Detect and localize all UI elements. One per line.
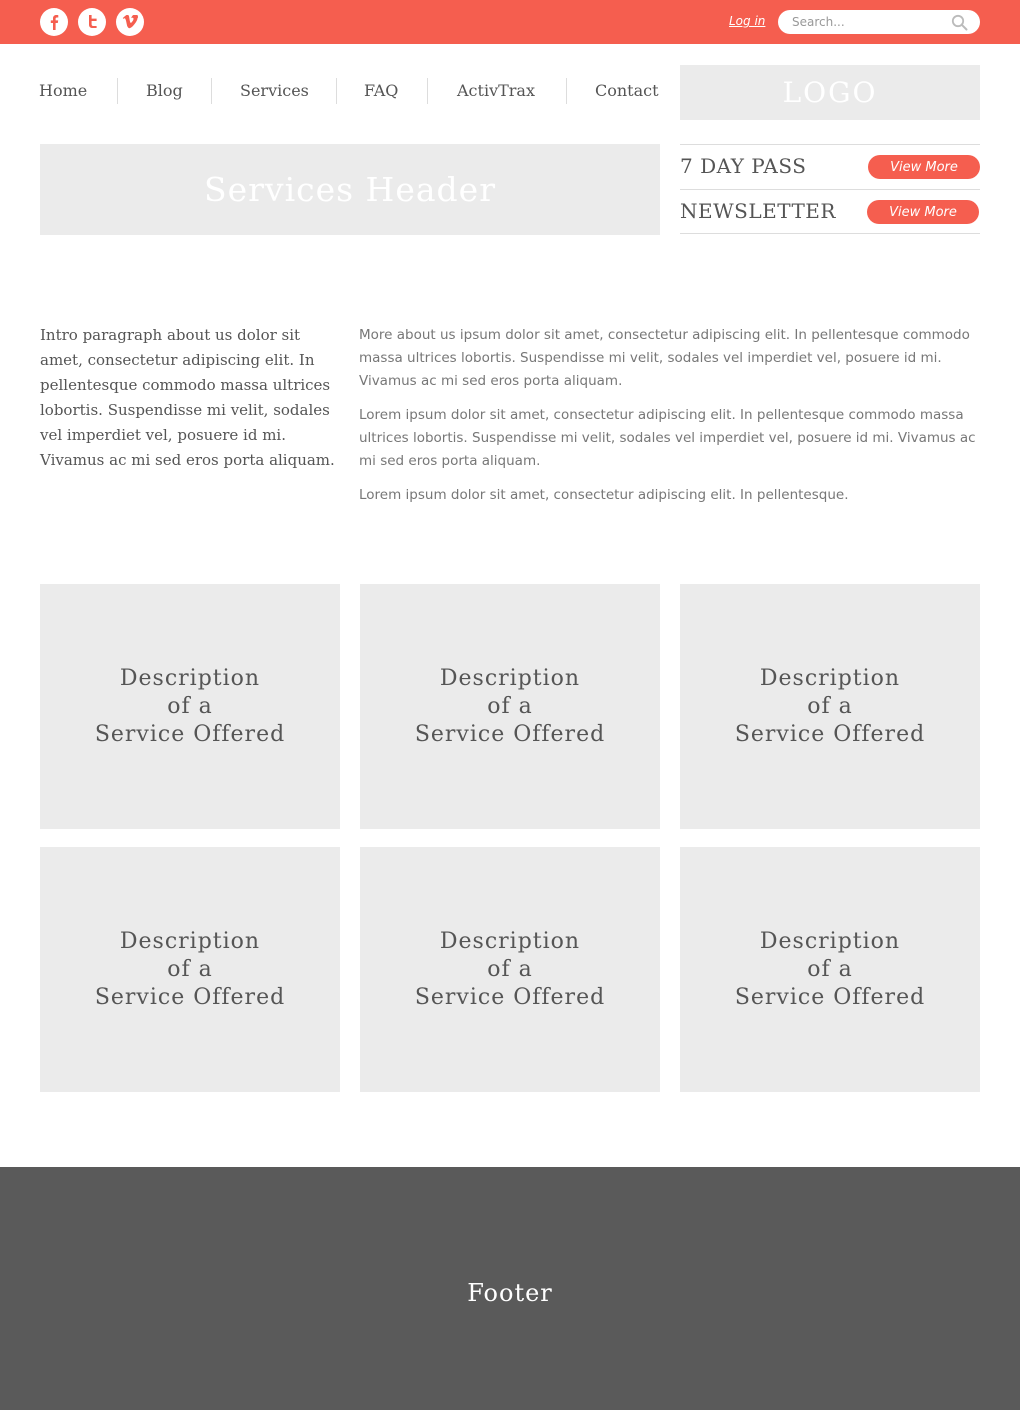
top-bar: Log in — [0, 0, 1020, 44]
intro-paragraph: Intro paragraph about us dolor sit amet,… — [40, 326, 335, 469]
page-title: Services Header — [40, 144, 660, 235]
nav-item-home[interactable]: Home — [39, 74, 87, 108]
view-more-button[interactable]: View More — [867, 200, 979, 224]
search-icon[interactable] — [951, 14, 968, 35]
side-label: 7 DAY PASS — [680, 154, 807, 178]
nav-divider — [211, 78, 212, 104]
twitter-icon[interactable] — [78, 8, 106, 36]
paragraph: Lorem ipsum dolor sit amet, consectetur … — [359, 407, 976, 469]
service-line: Service Offered — [734, 721, 926, 747]
nav-item-faq[interactable]: FAQ — [364, 74, 398, 108]
service-card[interactable]: Description of a Service Offered — [680, 847, 980, 1092]
nav-item-activtrax[interactable]: ActivTrax — [457, 74, 535, 108]
nav-divider — [117, 78, 118, 104]
service-line: Description — [439, 665, 581, 691]
side-label: NEWSLETTER — [680, 199, 836, 223]
paragraph: More about us ipsum dolor sit amet, cons… — [359, 327, 970, 389]
search-input[interactable] — [792, 12, 952, 32]
service-card[interactable]: Description of a Service Offered — [680, 584, 980, 829]
service-card[interactable]: Description of a Service Offered — [40, 847, 340, 1092]
nav-item-blog[interactable]: Blog — [146, 74, 183, 108]
service-line: Description — [759, 665, 901, 691]
nav-divider — [336, 78, 337, 104]
service-card[interactable]: Description of a Service Offered — [40, 584, 340, 829]
side-row-newsletter: NEWSLETTER View More — [680, 189, 980, 234]
service-line: Description — [119, 665, 261, 691]
login-link[interactable]: Log in — [729, 14, 765, 28]
service-card[interactable]: Description of a Service Offered — [360, 847, 660, 1092]
service-line: Service Offered — [414, 984, 606, 1010]
vimeo-icon[interactable] — [116, 8, 144, 36]
nav-item-contact[interactable]: Contact — [595, 74, 659, 108]
service-line: of a — [807, 693, 853, 719]
nav-divider — [566, 78, 567, 104]
footer-label: Footer — [467, 1279, 553, 1307]
service-line: Description — [119, 928, 261, 954]
service-line: of a — [167, 956, 213, 982]
about-text: More about us ipsum dolor sit amet, cons… — [359, 324, 984, 518]
service-line: of a — [487, 693, 533, 719]
facebook-icon[interactable] — [40, 8, 68, 36]
paragraph: Lorem ipsum dolor sit amet, consectetur … — [359, 487, 849, 503]
footer: Footer — [0, 1167, 1020, 1410]
nav-item-services[interactable]: Services — [240, 74, 309, 108]
service-line: of a — [807, 956, 853, 982]
service-line: Description — [439, 928, 581, 954]
service-line: of a — [487, 956, 533, 982]
service-line: Service Offered — [414, 721, 606, 747]
logo[interactable]: LOGO — [680, 65, 980, 120]
service-line: Service Offered — [734, 984, 926, 1010]
service-line: Description — [759, 928, 901, 954]
service-line: Service Offered — [94, 984, 286, 1010]
side-row-day-pass: 7 DAY PASS View More — [680, 144, 980, 189]
view-more-button[interactable]: View More — [868, 155, 980, 179]
service-line: of a — [167, 693, 213, 719]
search-box — [778, 10, 980, 34]
service-card[interactable]: Description of a Service Offered — [360, 584, 660, 829]
service-line: Service Offered — [94, 721, 286, 747]
nav-divider — [427, 78, 428, 104]
